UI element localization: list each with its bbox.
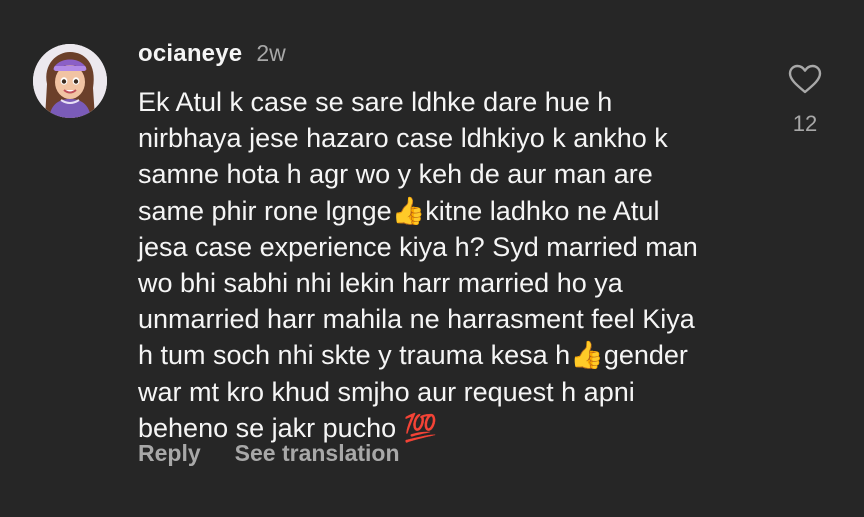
- comment-text: Ek Atul k case se sare ldhke dare hue h …: [138, 87, 698, 443]
- like-section: 12: [776, 64, 834, 137]
- comment-header: ocianeye 2w: [138, 40, 286, 68]
- like-count: 12: [792, 111, 818, 136]
- reply-button[interactable]: Reply: [138, 440, 201, 467]
- see-translation-button[interactable]: See translation: [235, 440, 400, 467]
- comment: ocianeye 2w Ek Atul k case se sare ldhke…: [0, 0, 864, 517]
- comment-actions: Reply See translation: [138, 440, 400, 467]
- avatar[interactable]: [33, 44, 107, 118]
- comment-time: 2w: [256, 40, 286, 66]
- username[interactable]: ocianeye: [138, 40, 242, 68]
- avatar-image: [33, 44, 107, 118]
- heart-outline-icon[interactable]: [788, 64, 822, 94]
